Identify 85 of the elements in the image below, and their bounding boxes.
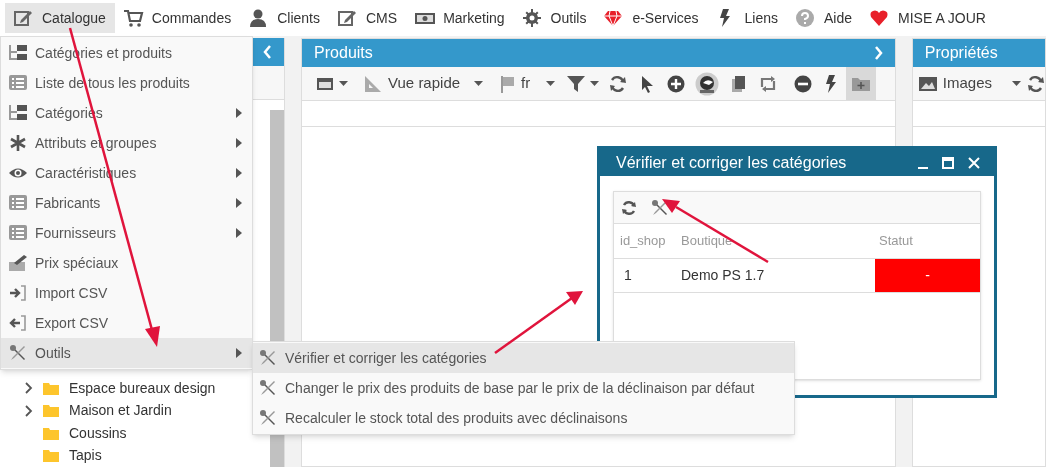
column-header: id_shop	[619, 232, 667, 251]
menu-item[interactable]: MISE A JOUR	[861, 3, 995, 33]
menu-item[interactable]: Catalogue	[5, 3, 115, 33]
table-cell-text: 1	[623, 266, 633, 285]
menu-item[interactable]: Aide	[787, 3, 862, 33]
dropdown-item[interactable]: Fournisseurs	[1, 218, 252, 248]
tree-icon	[9, 104, 27, 122]
cart-icon	[123, 9, 144, 27]
submenu-item[interactable]: Changer le prix des produits de base par le prix de la déclinaison par défaut	[253, 373, 794, 403]
refresh-icon[interactable]	[621, 199, 637, 216]
folder-icon	[43, 381, 59, 395]
column-header: Statut	[878, 232, 914, 251]
submenu-caret-icon	[236, 168, 242, 178]
dropdown-item[interactable]: Prix spéciaux	[1, 248, 252, 278]
minus-circle-icon[interactable]	[793, 74, 812, 93]
tree-item[interactable]: Maison et Jardin	[25, 399, 172, 422]
submenu-caret-icon	[236, 348, 242, 358]
table-cell-text: Demo PS 1.7	[680, 266, 766, 285]
expand-icon[interactable]	[25, 404, 33, 417]
asterisk-icon	[9, 134, 27, 152]
images-label[interactable]: Images	[942, 72, 992, 95]
caret-icon[interactable]	[546, 80, 556, 87]
tree-icon	[9, 44, 27, 62]
refresh-icon[interactable]	[608, 74, 627, 93]
menu-item[interactable]: CMS	[329, 3, 407, 33]
image-icon	[918, 75, 937, 92]
caret-icon[interactable]	[339, 80, 349, 87]
submenu-caret-icon	[236, 198, 242, 208]
language-label[interactable]: fr	[521, 72, 531, 95]
submenu-item[interactable]: Recalculer le stock total des produits avec déclinaisons	[253, 403, 794, 433]
import-icon	[9, 284, 27, 302]
edit-icon	[338, 9, 358, 27]
submenu-item[interactable]: Vérifier et corriger les catégories	[253, 343, 794, 373]
panel-title: Produits	[314, 43, 373, 63]
diamond-icon	[604, 9, 625, 27]
repeat-icon[interactable]	[758, 74, 777, 93]
refresh-icon[interactable]	[1027, 74, 1045, 93]
close-icon[interactable]	[968, 156, 980, 169]
folder-plus-icon	[852, 75, 871, 92]
column-header: Boutique	[680, 232, 734, 251]
list-icon	[9, 224, 27, 242]
collapse-left-icon[interactable]	[263, 45, 273, 59]
tree-item[interactable]: Tapis	[25, 444, 102, 467]
tree-item[interactable]: Espace bureaux design	[25, 377, 216, 400]
folder-icon	[43, 426, 59, 440]
plus-circle-icon[interactable]	[666, 74, 685, 93]
menu-item[interactable]: e-Services	[595, 3, 708, 33]
submenu-caret-icon	[236, 228, 242, 238]
ruler-triangle-icon	[364, 74, 383, 93]
dropdown-item[interactable]: Outils	[1, 338, 252, 368]
flag-icon	[501, 74, 516, 93]
add-folder-button[interactable]	[846, 67, 877, 100]
dropdown-item[interactable]: Fabricants	[1, 188, 252, 218]
caret-icon[interactable]	[474, 80, 484, 87]
caret-icon[interactable]	[1012, 80, 1021, 87]
status-cell: -	[875, 259, 980, 292]
filter-icon[interactable]	[566, 74, 585, 93]
dropdown-item[interactable]: Liste de tous les produits	[1, 68, 252, 98]
maximize-icon[interactable]	[942, 156, 954, 169]
dropdown-item[interactable]: Import CSV	[1, 278, 252, 308]
menu-item[interactable]: Marketing	[406, 3, 514, 33]
dropdown-item[interactable]: Export CSV	[1, 308, 252, 338]
menu-item[interactable]: Commandes	[114, 3, 241, 33]
list-icon	[9, 74, 27, 92]
submenu-caret-icon	[236, 138, 242, 148]
menu-item[interactable]: Liens	[707, 3, 787, 33]
list-icon	[9, 194, 27, 212]
folder-icon	[43, 404, 59, 418]
view-label[interactable]: Vue rapide	[388, 72, 461, 95]
expand-right-icon[interactable]	[873, 46, 883, 60]
edit-icon	[14, 9, 34, 27]
price-tag-pencil-icon	[9, 254, 27, 272]
gear-icon	[522, 9, 543, 27]
menu-item[interactable]: Outils	[513, 3, 596, 33]
copy-icon[interactable]	[729, 74, 748, 93]
panel-title: Propriétés	[924, 43, 998, 63]
help-icon	[796, 9, 816, 27]
dialog-title: Vérifier et corriger les catégories	[616, 152, 847, 173]
export-icon	[9, 314, 27, 332]
tree-item[interactable]: Coussins	[25, 422, 127, 445]
expand-icon[interactable]	[25, 382, 33, 395]
submenu-caret-icon	[236, 108, 242, 118]
menu-item[interactable]: Clients	[240, 3, 329, 33]
caret-icon[interactable]	[590, 80, 600, 87]
folder-icon	[43, 449, 59, 463]
